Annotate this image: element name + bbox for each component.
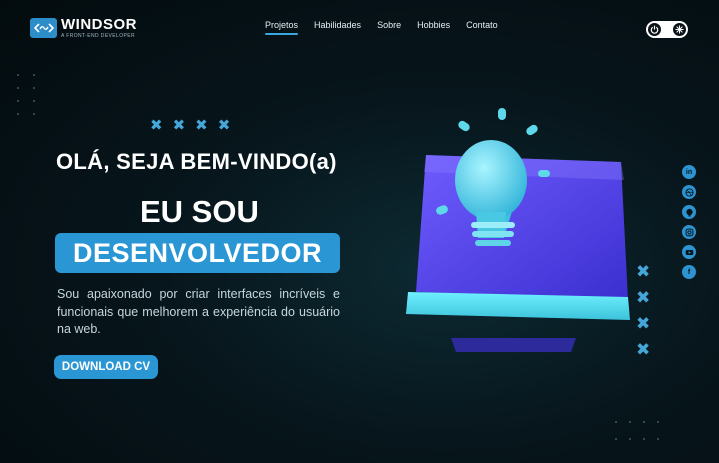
nav-link-sobre[interactable]: Sobre [377, 20, 401, 35]
decor-dots-right [615, 421, 659, 440]
download-cv-button[interactable]: DOWNLOAD CV [54, 355, 158, 379]
dribbble-icon[interactable] [682, 185, 696, 199]
x-mark-icon: ✖ [636, 314, 651, 333]
hero-illustration [396, 100, 636, 360]
facebook-icon[interactable]: f [682, 265, 696, 279]
youtube-icon[interactable] [682, 245, 696, 259]
decor-dots-left [17, 74, 35, 115]
x-mark-icon: ✖ [150, 117, 163, 134]
github-icon[interactable] [682, 205, 696, 219]
linkedin-icon[interactable]: in [682, 165, 696, 179]
hero-greeting: OLÁ, SEJA BEM-VINDO(a) [56, 149, 337, 174]
theme-toggle[interactable] [646, 21, 688, 38]
hero-role-badge: DESENVOLVEDOR [55, 233, 340, 273]
x-mark-icon: ✖ [195, 117, 208, 134]
hero-description: Sou apaixonado por criar interfaces incr… [57, 287, 340, 336]
x-mark-icon: ✖ [172, 117, 186, 134]
instagram-icon[interactable] [682, 225, 696, 239]
nav-link-habilidades[interactable]: Habilidades [314, 20, 361, 35]
main-nav: Projetos Habilidades Sobre Hobbies Conta… [265, 20, 498, 35]
nav-link-hobbies[interactable]: Hobbies [417, 20, 450, 35]
decor-x-row: ✖ ✖ ✖ ✖ [150, 116, 230, 134]
x-mark-icon: ✖ [636, 262, 651, 281]
page: WINDSOR A FRONT-END DEVELOPER Projetos H… [0, 0, 719, 463]
logo-mark-icon [30, 18, 57, 38]
logo[interactable]: WINDSOR A FRONT-END DEVELOPER [30, 17, 137, 39]
x-mark-icon: ✖ [217, 117, 231, 134]
nav-link-contato[interactable]: Contato [466, 20, 498, 35]
decor-x-column: ✖ ✖ ✖ ✖ [636, 262, 650, 359]
snowflake-icon [673, 23, 686, 36]
hero-intro: EU SOU [140, 194, 259, 229]
social-links: in f [682, 165, 696, 279]
logo-name: WINDSOR [61, 16, 137, 33]
power-icon [648, 23, 661, 36]
x-mark-icon: ✖ [636, 340, 651, 359]
x-mark-icon: ✖ [636, 288, 651, 307]
logo-tagline: A FRONT-END DEVELOPER [61, 33, 135, 39]
nav-link-projetos[interactable]: Projetos [265, 20, 299, 35]
